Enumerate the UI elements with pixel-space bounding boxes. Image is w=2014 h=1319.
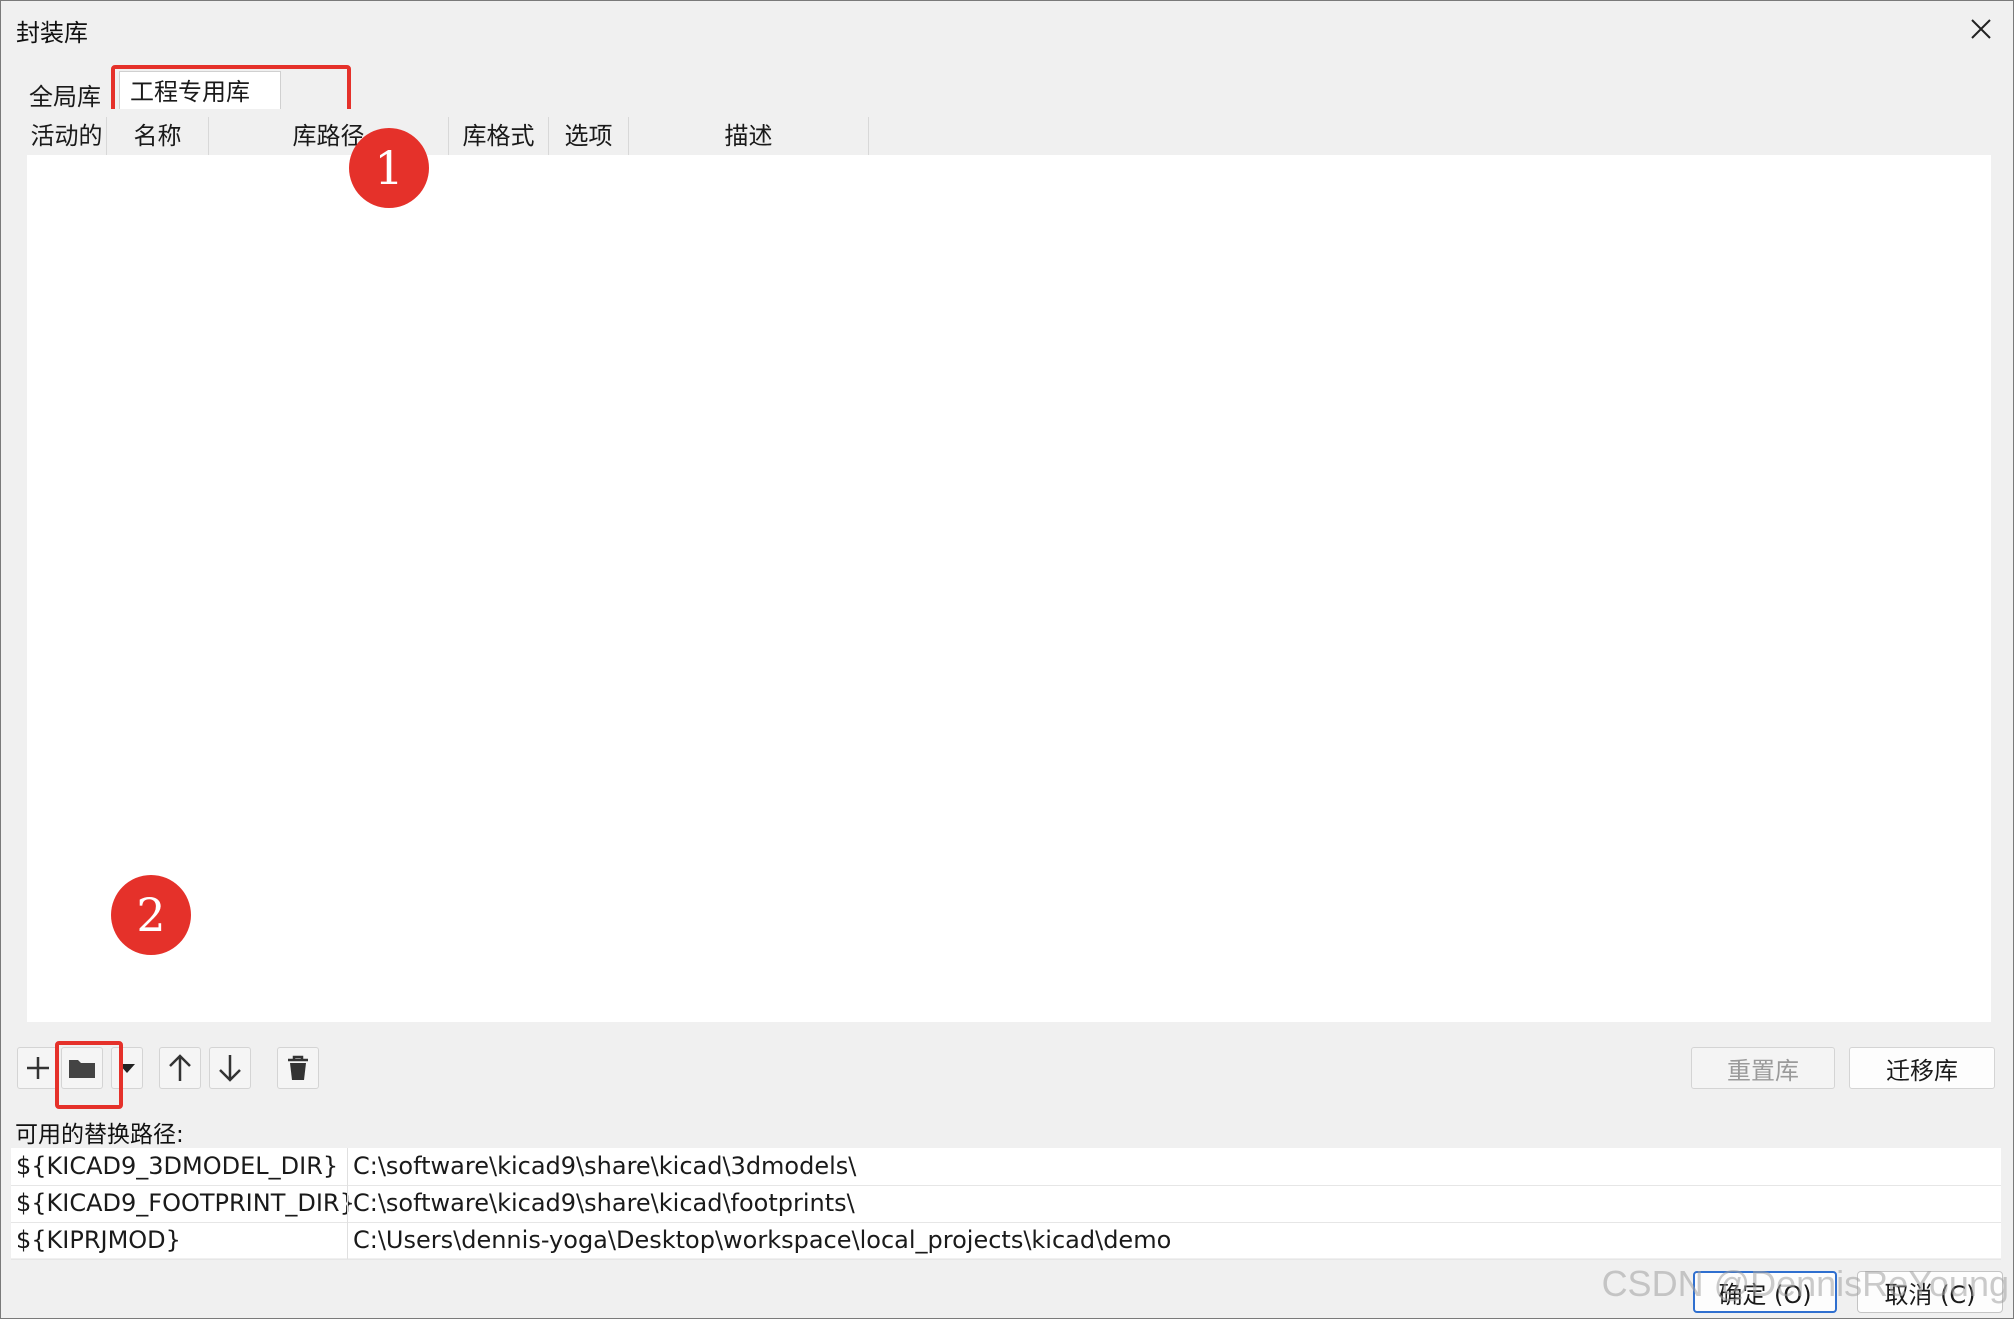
add-existing-library-button[interactable] [61,1047,103,1089]
move-up-button[interactable] [159,1047,201,1089]
substitution-variable: ${KICAD9_3DMODEL_DIR} [16,1152,339,1180]
dropdown-arrow-icon [119,1064,135,1073]
column-header-library-format[interactable]: 库格式 [449,117,549,155]
annotation-marker-1: 1 [349,128,429,208]
substitution-variable: ${KIPRJMOD} [16,1226,181,1254]
tab-project-libraries[interactable]: 工程专用库 [119,71,281,112]
table-row: ${KIPRJMOD} C:\Users\dennis-yoga\Desktop… [11,1222,2001,1260]
add-library-dropdown[interactable] [111,1047,143,1089]
table-row: ${KICAD9_3DMODEL_DIR} C:\software\kicad9… [11,1148,2001,1186]
column-header-description[interactable]: 描述 [629,117,869,155]
substitution-paths-table: ${KICAD9_3DMODEL_DIR} C:\software\kicad9… [11,1148,2001,1260]
column-divider [347,1222,348,1259]
title-bar: 封装库 [1,1,2013,57]
folder-icon [69,1060,95,1078]
move-down-button[interactable] [209,1047,251,1089]
reset-libraries-button[interactable]: 重置库 [1691,1047,1835,1089]
column-header-options[interactable]: 选项 [549,117,629,155]
substitution-variable: ${KICAD9_FOOTPRINT_DIR} [16,1189,355,1217]
column-divider [347,1185,348,1222]
library-panel: 活动的 名称 库路径 库格式 选项 描述 [15,109,1999,1034]
footprint-library-dialog: 封装库 全局库 工程专用库 活动的 名称 库路径 库格式 选项 描述 1 2 重… [0,0,2014,1319]
add-library-button[interactable] [17,1047,59,1089]
library-grid[interactable]: 活动的 名称 库路径 库格式 选项 描述 [27,117,1991,1022]
trash-icon [288,1055,308,1080]
substitution-paths-label: 可用的替换路径: [15,1122,184,1148]
close-icon [1971,19,1991,39]
plus-icon [27,1057,49,1079]
column-header-name[interactable]: 名称 [107,117,209,155]
close-button[interactable] [1961,9,2001,49]
arrow-up-icon [169,1054,191,1081]
migrate-libraries-button[interactable]: 迁移库 [1849,1047,1995,1089]
table-row: ${KICAD9_FOOTPRINT_DIR} C:\software\kica… [11,1185,2001,1223]
ok-button[interactable]: 确定 (O) [1693,1271,1837,1313]
column-header-active[interactable]: 活动的 [27,117,107,155]
substitution-path: C:\software\kicad9\share\kicad\footprint… [353,1189,855,1217]
column-divider [347,1148,348,1185]
substitution-path: C:\software\kicad9\share\kicad\3dmodels\ [353,1152,857,1180]
annotation-marker-2: 2 [111,875,191,955]
substitution-path: C:\Users\dennis-yoga\Desktop\workspace\l… [353,1226,1172,1254]
dialog-title: 封装库 [16,19,88,47]
delete-library-button[interactable] [277,1047,319,1089]
grid-header: 活动的 名称 库路径 库格式 选项 描述 [27,117,1991,155]
cancel-button[interactable]: 取消 (C) [1857,1271,2003,1313]
library-toolbar: 重置库 迁移库 [15,1047,1999,1093]
arrow-down-icon [219,1055,241,1082]
